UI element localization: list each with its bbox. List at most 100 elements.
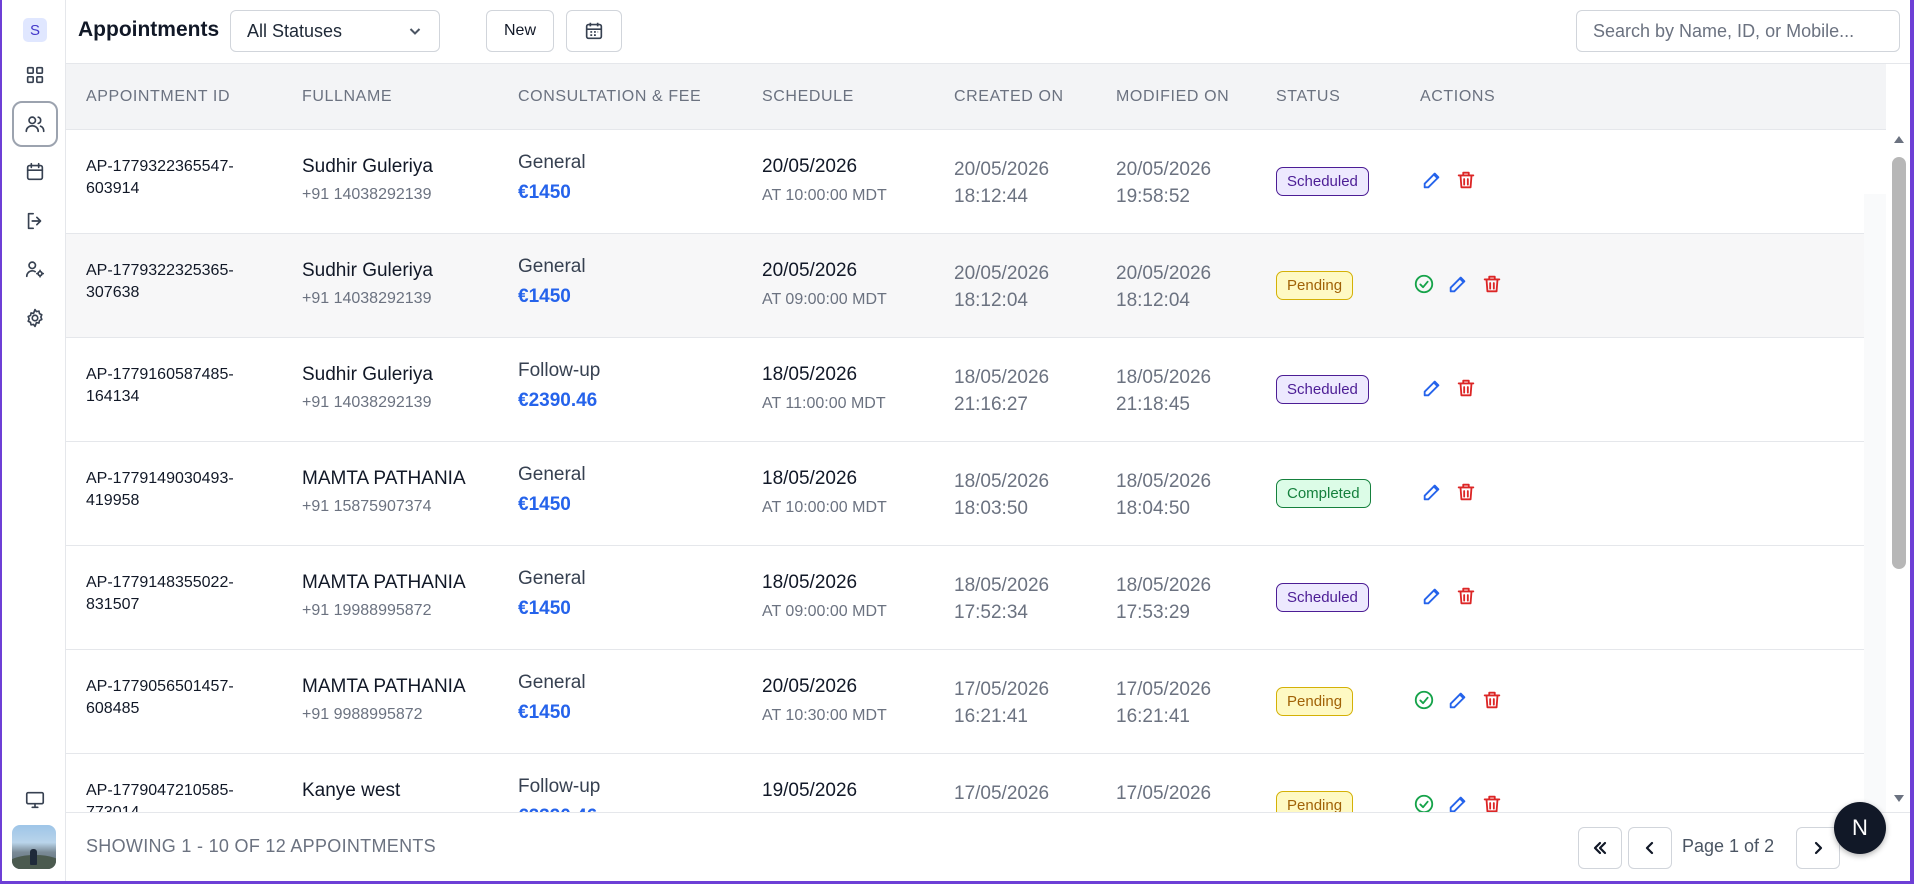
avatar[interactable] <box>12 825 56 869</box>
status-cell: Pending <box>1276 791 1354 812</box>
table-row[interactable]: AP-1779322365547- 603914 Sudhir Guleriya +9… <box>66 130 1886 234</box>
appointment-id-part1: AP-1779322365547- <box>86 158 234 175</box>
delete-icon[interactable] <box>1454 168 1478 192</box>
patient-mobile: +91 14038292139 <box>302 394 432 411</box>
table-row[interactable]: AP-1779148355022- 831507 MAMTA PATHANIA +91… <box>66 546 1886 650</box>
table-row[interactable]: AP-1779160587485- 164134 Sudhir Guleriya +9… <box>66 338 1886 442</box>
scroll-up-arrow-icon[interactable] <box>1894 136 1904 143</box>
delete-icon[interactable] <box>1454 584 1478 608</box>
modified-date: 18/05/2026 <box>1116 575 1212 596</box>
status-filter-select[interactable]: All Statuses <box>230 10 440 52</box>
edit-icon[interactable] <box>1420 480 1444 504</box>
consultation-fee: €1450 <box>518 286 571 307</box>
table-row[interactable]: AP-1779149030493- 419958 MAMTA PATHANIA +91… <box>66 442 1886 546</box>
page-header: Appointments All Statuses New <box>66 0 1910 64</box>
table-row[interactable]: AP-1779056501457- 608485 MAMTA PATHANIA +91… <box>66 650 1886 754</box>
appointment-id: AP-1779148355022- 831507 <box>86 572 276 616</box>
scroll-down-arrow-icon[interactable] <box>1894 795 1904 802</box>
sidebar-item-logout[interactable] <box>12 198 58 244</box>
created-time: 17:52:34 <box>954 602 1028 623</box>
delete-icon[interactable] <box>1480 688 1504 712</box>
edit-icon[interactable] <box>1420 168 1444 192</box>
row-actions <box>1420 584 1478 608</box>
patient-cell: MAMTA PATHANIA +91 15875907374 <box>302 468 466 516</box>
column-header-appointment-id[interactable]: APPOINTMENT ID <box>86 88 230 106</box>
edit-icon[interactable] <box>1446 792 1470 812</box>
column-header-fullname[interactable]: FULLNAME <box>302 88 392 106</box>
consultation-type: General <box>518 464 586 485</box>
scrollbar-thumb[interactable] <box>1892 157 1906 569</box>
table-row[interactable]: AP-1779322325365- 307638 Sudhir Guleriya +9… <box>66 234 1886 338</box>
edit-icon[interactable] <box>1446 688 1470 712</box>
appointment-id-part2: 773014 <box>86 802 276 812</box>
created-time: 21:16:27 <box>954 394 1028 415</box>
modified-date: 17/05/2026 <box>1116 679 1212 700</box>
app-logo[interactable]: S <box>23 18 47 42</box>
schedule-cell: 18/05/2026 AT 11:00:00 MDT <box>762 364 886 413</box>
sidebar-item-user-settings[interactable] <box>12 246 58 292</box>
sidebar-item-dashboard[interactable] <box>12 52 58 98</box>
approve-icon[interactable] <box>1412 688 1436 712</box>
consultation-cell: General €1450 <box>518 256 586 308</box>
consultation-cell: General €1450 <box>518 464 586 516</box>
new-appointment-button[interactable]: New <box>486 10 554 52</box>
first-page-button[interactable] <box>1578 827 1622 869</box>
column-header-schedule[interactable]: SCHEDULE <box>762 88 854 106</box>
modified-date: 20/05/2026 <box>1116 263 1212 284</box>
edit-icon[interactable] <box>1446 272 1470 296</box>
created-on-cell: 18/05/2026 17:52:34 <box>954 572 1049 626</box>
schedule-date: 18/05/2026 <box>762 468 858 489</box>
consultation-type: Follow-up <box>518 776 601 797</box>
table-row[interactable]: AP-1779047210585- 773014 Kanye west+91 140… <box>66 754 1886 812</box>
edit-icon[interactable] <box>1420 376 1444 400</box>
approve-icon[interactable] <box>1412 792 1436 812</box>
patient-cell: MAMTA PATHANIA +91 19988995872 <box>302 572 466 620</box>
patient-cell: Sudhir Guleriya +91 14038292139 <box>302 260 433 308</box>
chevron-left-icon <box>1645 841 1654 855</box>
approve-icon[interactable] <box>1412 272 1436 296</box>
logout-icon <box>27 212 42 230</box>
sidebar-item-settings[interactable] <box>12 295 58 341</box>
sidebar-item-calendar[interactable] <box>12 149 58 195</box>
delete-icon[interactable] <box>1480 272 1504 296</box>
delete-icon[interactable] <box>1454 480 1478 504</box>
schedule-date: 18/05/2026 <box>762 572 858 593</box>
row-actions <box>1412 272 1504 296</box>
chevrons-left-icon <box>1593 841 1607 855</box>
created-time: 18:12:04 <box>954 290 1028 311</box>
page-title: Appointments <box>78 18 220 41</box>
patient-name: Sudhir Guleriya <box>302 260 433 281</box>
edit-icon[interactable] <box>1420 584 1444 608</box>
previous-page-button[interactable] <box>1628 827 1672 869</box>
patient-cell: Sudhir Guleriya +91 14038292139 <box>302 364 433 412</box>
next-page-button[interactable] <box>1796 827 1840 869</box>
created-on-cell: 20/05/2026 18:12:44 <box>954 156 1049 210</box>
status-badge: Scheduled <box>1276 375 1369 404</box>
schedule-cell: 19/05/2026AT 11:00:00 MDT <box>762 780 886 812</box>
calendar-icon <box>585 22 603 40</box>
column-header-modified-on[interactable]: MODIFIED ON <box>1116 88 1229 106</box>
patient-name: MAMTA PATHANIA <box>302 468 466 489</box>
calendar-view-button[interactable] <box>566 10 622 52</box>
status-cell: Scheduled <box>1276 375 1369 404</box>
created-on-cell: 20/05/2026 18:12:04 <box>954 260 1049 314</box>
delete-icon[interactable] <box>1454 376 1478 400</box>
modified-time: 19:58:52 <box>1116 186 1190 207</box>
consultation-fee: €1450 <box>518 598 571 619</box>
consultation-cell: General €1450 <box>518 672 586 724</box>
sidebar-item-patients[interactable] <box>12 101 58 147</box>
sidebar-item-display[interactable] <box>12 777 58 823</box>
scrollbar-track[interactable] <box>1864 194 1886 812</box>
column-header-status[interactable]: STATUS <box>1276 88 1340 106</box>
search-input[interactable] <box>1576 10 1900 52</box>
floating-action-button[interactable]: N <box>1834 802 1886 854</box>
column-header-created-on[interactable]: CREATED ON <box>954 88 1064 106</box>
column-header-consultation-fee[interactable]: CONSULTATION & FEE <box>518 88 701 106</box>
consultation-type: General <box>518 256 586 277</box>
modified-on-cell: 20/05/2026 19:58:52 <box>1116 156 1211 210</box>
patient-name: MAMTA PATHANIA <box>302 572 466 593</box>
appointment-id-part2: 164134 <box>86 388 140 405</box>
schedule-time: AT 09:00:00 MDT <box>762 603 887 620</box>
patient-name: Sudhir Guleriya <box>302 364 433 385</box>
delete-icon[interactable] <box>1480 792 1504 812</box>
